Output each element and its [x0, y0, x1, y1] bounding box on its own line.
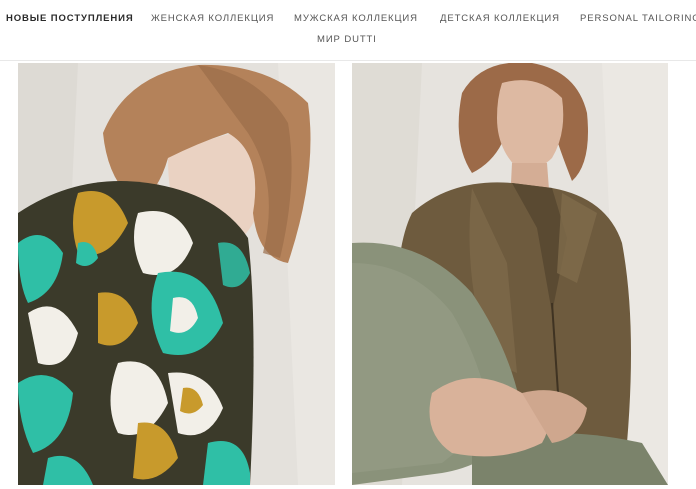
main-navigation: НОВЫЕ ПОСТУПЛЕНИЯ ЖЕНСКАЯ КОЛЛЕКЦИЯ МУЖС… — [0, 0, 696, 61]
product-image-leather-jacket[interactable] — [352, 63, 668, 485]
nav-item-new-arrivals[interactable]: НОВЫЕ ПОСТУПЛЕНИЯ — [6, 13, 134, 24]
nav-item-men[interactable]: МУЖСКАЯ КОЛЛЕКЦИЯ — [294, 13, 418, 24]
nav-item-personal-tailoring[interactable]: PERSONAL TAILORING — [580, 13, 696, 24]
nav-item-women[interactable]: ЖЕНСКАЯ КОЛЛЕКЦИЯ — [151, 13, 274, 24]
floral-blouse-photo — [18, 63, 335, 485]
product-image-floral-blouse[interactable] — [18, 63, 335, 485]
nav-item-kids[interactable]: ДЕТСКАЯ КОЛЛЕКЦИЯ — [440, 13, 560, 24]
nav-item-world-dutti[interactable]: МИР DUTTI — [317, 34, 377, 45]
leather-jacket-photo — [352, 63, 668, 485]
